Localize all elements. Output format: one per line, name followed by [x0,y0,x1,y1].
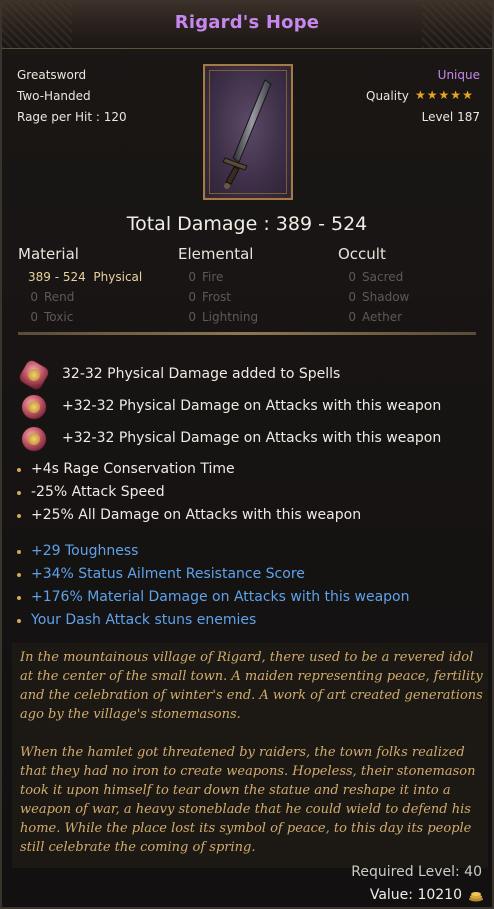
base-mod-3: +25% All Damage on Attacks with this wea… [31,507,362,523]
bullet-icon [17,596,21,600]
unique-mod-2: +34% Status Ailment Resistance Score [31,566,305,582]
material-physical: 389 - 524 Physical [28,270,143,284]
base-mod-2: -25% Attack Speed [31,484,165,500]
elemental-fire: 0 Fire [188,270,224,284]
bullet-icon [17,619,21,623]
gem-mod-3: +32-32 Physical Damage on Attacks with t… [62,430,442,446]
gem-mod-1: 32-32 Physical Damage added to Spells [62,366,341,382]
bullet-icon [17,491,21,495]
star-icon: ★ [450,88,462,102]
item-handedness: Two-Handed [17,89,91,103]
material-rend: 0 Rend [30,290,75,304]
gem-socket-icon [17,358,51,392]
star-icon: ★ [438,88,450,102]
item-type: Greatsword [17,68,87,82]
bullet-icon [17,573,21,577]
section-divider [18,332,476,335]
item-portrait [203,64,293,200]
quality-label: Quality [366,89,409,103]
rarity-label: Unique [437,68,480,82]
unique-mod-1: +29 Toughness [31,543,139,559]
occult-header: Occult [338,245,386,263]
gem-socket-icon [22,427,46,451]
unique-mod-4: Your Dash Attack stuns enemies [31,612,257,628]
item-title: Rigard's Hope [174,12,320,33]
title-bar: Rigard's Hope [2,2,492,49]
greatsword-icon [222,79,272,189]
occult-shadow: 0 Shadow [348,290,410,304]
item-tooltip: Rigard's Hope Greatsword Two-Handed Rage… [0,0,494,909]
elemental-lightning: 0 Lightning [188,310,259,324]
star-icon: ★ [415,88,426,102]
lore-paragraph-2: When the hamlet got threatened by raider… [20,745,476,855]
elemental-header: Elemental [178,245,254,263]
material-toxic: 0 Toxic [30,310,74,324]
occult-sacred: 0 Sacred [348,270,404,284]
lore-paragraph-1: In the mountainous village of Rigard, th… [20,650,483,722]
star-icon: ★ [462,88,473,102]
bullet-icon [17,468,21,472]
elemental-frost: 0 Frost [188,290,231,304]
gem-socket-icon [22,395,46,419]
lore-box: In the mountainous village of Rigard, th… [12,643,488,868]
material-header: Material [18,245,79,263]
total-damage: Total Damage : 389 - 524 [126,213,368,235]
required-level: Required Level: 40 [351,864,482,880]
base-mod-1: +4s Rage Conservation Time [31,461,235,477]
item-level: Level 187 [421,110,480,124]
unique-mod-3: +176% Material Damage on Attacks with th… [31,589,410,605]
gem-mod-2: +32-32 Physical Damage on Attacks with t… [62,398,442,414]
quality-stars: ★ ★ ★ ★ ★ [415,89,473,101]
item-value: Value: 10210 [369,887,462,903]
star-icon: ★ [426,88,438,102]
bullet-icon [17,550,21,554]
gold-coins-icon [469,892,483,902]
rage-per-hit: Rage per Hit : 120 [17,110,127,124]
bullet-icon [17,514,21,518]
occult-aether: 0 Aether [348,310,403,324]
